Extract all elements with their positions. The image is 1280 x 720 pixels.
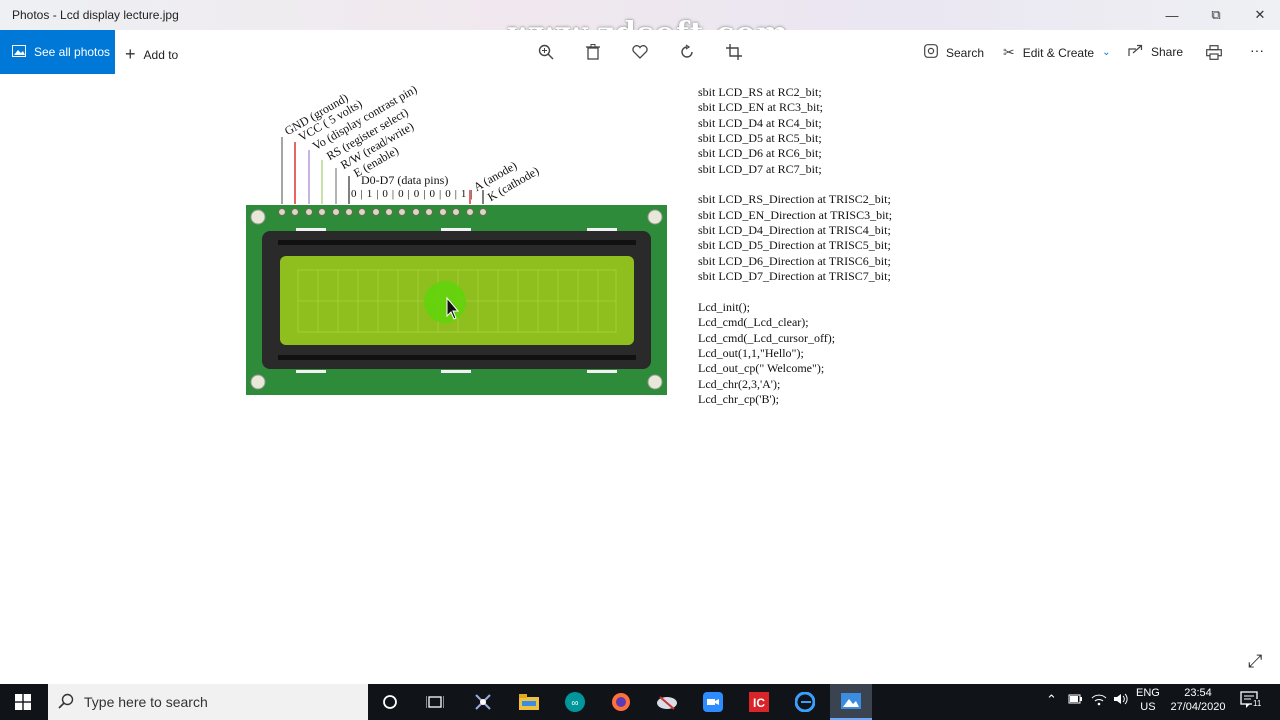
cortana-icon[interactable] (373, 688, 407, 716)
search-icon (58, 693, 74, 712)
battery-icon[interactable] (1068, 692, 1082, 709)
arduino-icon[interactable]: ∞ (558, 688, 592, 716)
edge-icon[interactable] (788, 688, 822, 716)
notification-count: 11 (1252, 699, 1263, 708)
firefox-icon[interactable] (604, 688, 638, 716)
code-line: sbit LCD_RS_Direction at TRISC2_bit; (698, 192, 891, 207)
code-line: Lcd_chr(2,3,'A'); (698, 376, 781, 391)
clock-time: 23:54 (1184, 687, 1212, 699)
code-line: Lcd_out_cp(" Welcome"); (698, 361, 825, 376)
code-line: sbit LCD_D5 at RC5_bit; (698, 131, 822, 146)
svg-text:∞: ∞ (571, 698, 578, 709)
code-line: Lcd_chr_cp('B'); (698, 391, 779, 406)
svg-text:IC: IC (753, 696, 765, 710)
code-line: Lcd_cmd(_Lcd_clear); (698, 315, 809, 330)
clock-date: 27/04/2020 (1170, 701, 1226, 713)
input-language[interactable]: ENG US (1136, 687, 1160, 713)
fullscreen-expand-icon[interactable]: ⤢ (1248, 651, 1262, 672)
region-code: US (1140, 701, 1156, 713)
code-line: sbit LCD_EN_Direction at TRISC3_bit; (698, 207, 893, 222)
start-button[interactable] (0, 684, 46, 720)
code-line: sbit LCD_EN at RC3_bit; (698, 100, 824, 115)
code-line: sbit LCD_D7 at RC7_bit; (698, 161, 822, 176)
cursor-highlight (424, 281, 466, 323)
mikroc-icon[interactable]: IC (742, 688, 776, 716)
code-line: sbit LCD_D6_Direction at TRISC6_bit; (698, 253, 891, 268)
code-line: sbit LCD_RS at RC2_bit; (698, 85, 822, 99)
zoom-app-icon[interactable] (696, 688, 730, 716)
data-bits: 0|1|0|0|0|0|0|1| (351, 188, 477, 200)
taskbar-search-box[interactable]: Type here to search (48, 684, 368, 720)
code-line: sbit LCD_D4_Direction at TRISC4_bit; (698, 223, 891, 238)
show-hidden-icons-chevron-icon[interactable]: ⌃ (1046, 692, 1057, 708)
code-line: sbit LCD_D5_Direction at TRISC5_bit; (698, 238, 891, 253)
lcd-diagram (246, 137, 667, 395)
wifi-icon[interactable] (1091, 692, 1107, 709)
code-listing: sbit LCD_RS at RC2_bit; sbit LCD_EN at RC… (698, 85, 892, 407)
code-line: Lcd_cmd(_Lcd_cursor_off); (698, 330, 836, 345)
file-explorer-icon[interactable] (512, 688, 546, 716)
clock[interactable]: 23:54 27/04/2020 (1170, 687, 1226, 713)
code-line: sbit LCD_D6 at RC6_bit; (698, 146, 822, 161)
code-line: Lcd_out(1,1,"Hello"); (698, 345, 804, 360)
language-code: ENG (1136, 687, 1160, 699)
photos-app-icon[interactable] (830, 684, 872, 720)
windows-logo-icon (15, 694, 31, 710)
task-view-icon[interactable] (418, 688, 452, 716)
proteus-icon[interactable] (650, 688, 684, 716)
data-pins-label: D0-D7 (data pins) (361, 173, 449, 187)
code-line: Lcd_init(); (698, 299, 750, 314)
action-center-icon[interactable]: 11 (1240, 691, 1263, 712)
volume-icon[interactable] (1113, 692, 1129, 709)
snipping-tool-icon[interactable] (466, 688, 500, 716)
code-line: sbit LCD_D4 at RC4_bit; (698, 115, 822, 130)
taskbar-search-placeholder: Type here to search (84, 694, 208, 710)
code-line: sbit LCD_D7_Direction at TRISC7_bit; (698, 269, 891, 284)
